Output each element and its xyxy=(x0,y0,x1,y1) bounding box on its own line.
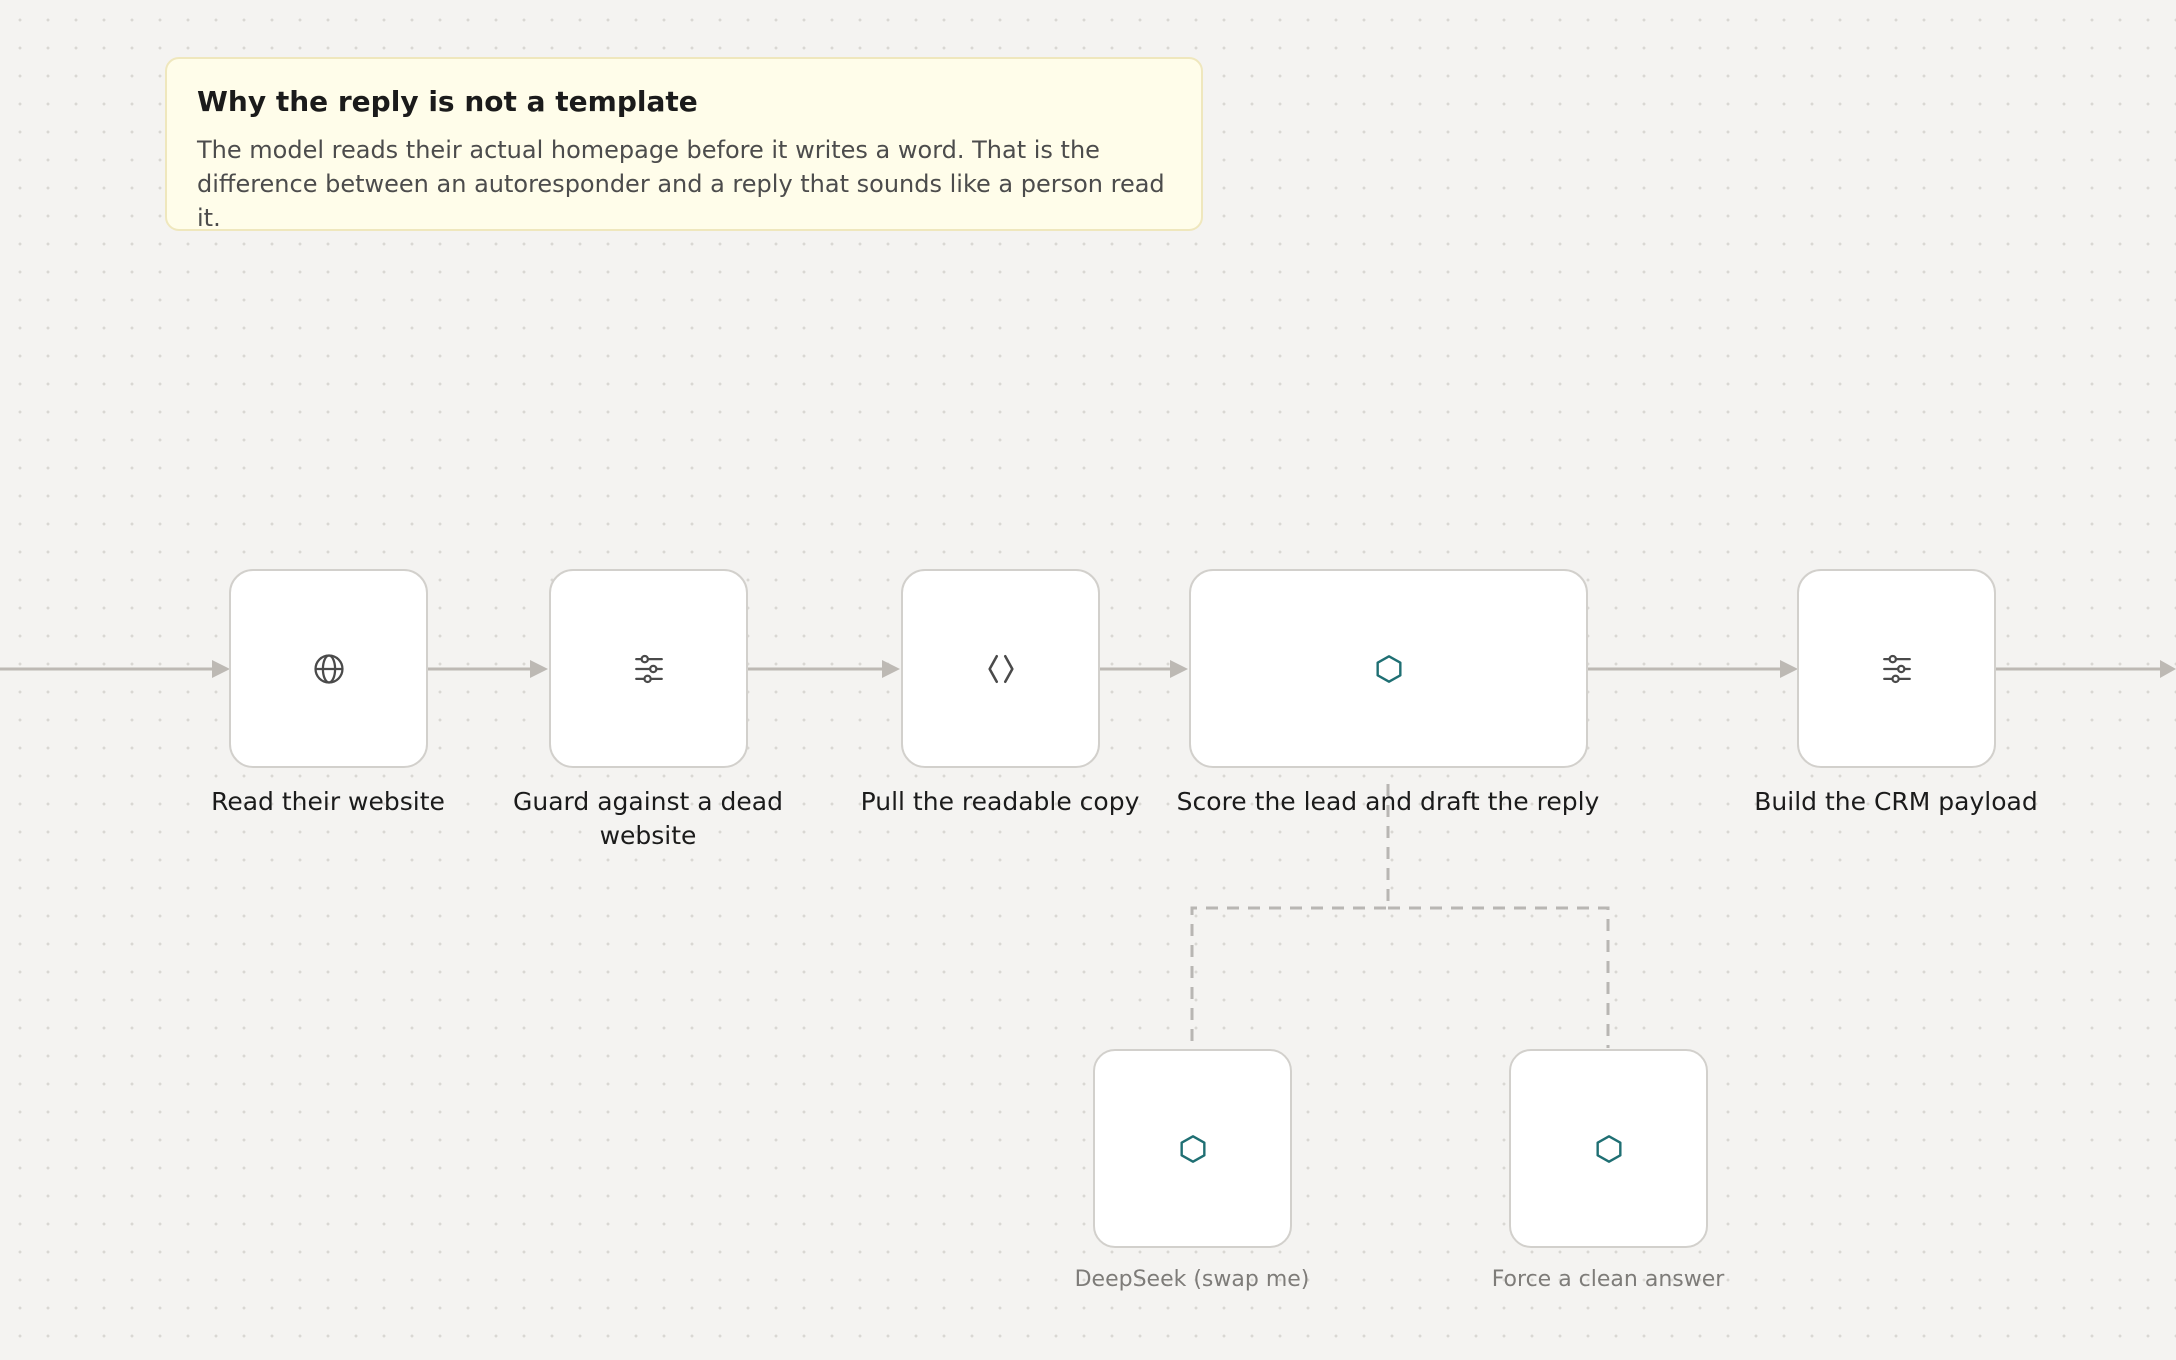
node-build-crm-payload[interactable] xyxy=(1797,569,1996,768)
code-brackets-icon xyxy=(987,654,1014,683)
node-label-build-crm-payload: Build the CRM payload xyxy=(1754,787,2038,816)
node-label-output-parser: Force a clean answer xyxy=(1491,1267,1725,1292)
node-label-guard-dead-website: Guard against a dead website xyxy=(513,787,783,850)
sliders-icon xyxy=(1882,654,1911,683)
dashed-connector-to-parser xyxy=(1388,906,1610,1048)
node-label-read-website: Read their website xyxy=(211,787,445,816)
arrowhead-read-website xyxy=(212,660,230,678)
node-label-score-and-draft: Score the lead and draft the reply xyxy=(1176,787,1600,816)
sliders-icon xyxy=(634,654,663,683)
dashed-connector-to-deepseek xyxy=(1190,784,1390,1048)
arrowhead-output xyxy=(2160,660,2176,678)
hexagon-icon xyxy=(1375,654,1402,683)
node-guard-dead-website[interactable] xyxy=(549,569,748,768)
node-label-pull-readable-copy: Pull the readable copy xyxy=(860,787,1140,816)
arrowhead-crm xyxy=(1780,660,1798,678)
arrowhead-pull-copy xyxy=(882,660,900,678)
sticky-note-body: The model reads their actual homepage be… xyxy=(197,135,1165,232)
node-pull-readable-copy[interactable] xyxy=(901,569,1100,768)
node-read-website[interactable] xyxy=(229,569,428,768)
node-output-parser[interactable] xyxy=(1509,1049,1708,1248)
hexagon-icon xyxy=(1595,1134,1622,1163)
node-label-deepseek-model: DeepSeek (swap me) xyxy=(1074,1267,1310,1292)
node-deepseek-model[interactable] xyxy=(1093,1049,1292,1248)
workflow-canvas[interactable]: Why the reply is not a template The mode… xyxy=(0,0,2176,1360)
arrowhead-score xyxy=(1170,660,1188,678)
node-score-and-draft[interactable] xyxy=(1189,569,1588,768)
sticky-note-title: Why the reply is not a template xyxy=(197,85,698,118)
globe-icon xyxy=(313,653,344,684)
sticky-note[interactable]: Why the reply is not a template The mode… xyxy=(165,57,1203,232)
hexagon-icon xyxy=(1179,1134,1206,1163)
arrowhead-guard xyxy=(530,660,548,678)
